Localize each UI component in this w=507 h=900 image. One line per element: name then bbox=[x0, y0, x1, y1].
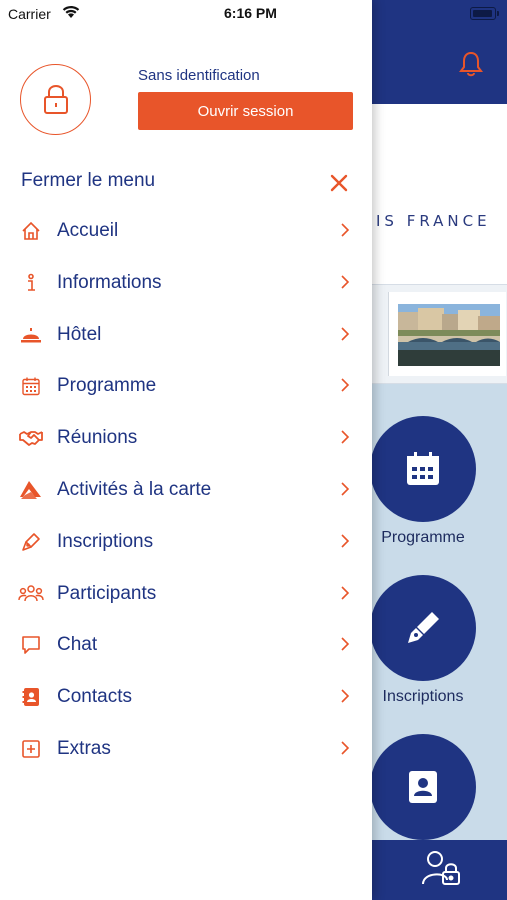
contact-book-icon bbox=[22, 688, 39, 707]
chevron-right-icon bbox=[341, 378, 350, 392]
menu-item-label: Participants bbox=[57, 582, 157, 604]
menu-item-contacts[interactable]: Contacts bbox=[0, 672, 372, 724]
menu-item-label: Accueil bbox=[57, 220, 119, 241]
clock: 6:16 PM bbox=[224, 5, 277, 21]
city-photo bbox=[398, 304, 500, 366]
shortcut-label: Inscriptions bbox=[382, 688, 464, 705]
menu-item-label: Informations bbox=[57, 271, 162, 293]
chevron-right-icon bbox=[341, 689, 350, 703]
chevron-right-icon bbox=[341, 482, 350, 496]
chevron-right-icon bbox=[341, 275, 350, 289]
menu-item-programme[interactable]: Programme bbox=[0, 361, 372, 413]
bell-icon[interactable] bbox=[458, 50, 484, 78]
close-menu-row[interactable]: Fermer le menu bbox=[0, 162, 372, 198]
avatar[interactable] bbox=[20, 64, 91, 135]
menu-item-label: Extras bbox=[57, 737, 111, 759]
carrier-label: Carrier bbox=[8, 6, 51, 22]
chevron-right-icon bbox=[341, 430, 350, 444]
chevron-right-icon bbox=[341, 327, 350, 341]
chat-icon bbox=[22, 636, 40, 655]
handshake-icon bbox=[19, 431, 43, 447]
wifi-icon bbox=[62, 6, 80, 18]
shortcut-programme[interactable] bbox=[370, 416, 476, 522]
chevron-right-icon bbox=[341, 637, 350, 651]
calendar-icon bbox=[22, 377, 40, 396]
menu-item-informations[interactable]: Informations bbox=[0, 258, 372, 310]
banner-text: IS FRANCE bbox=[376, 212, 491, 230]
menu-item-extras[interactable]: Extras bbox=[0, 724, 372, 776]
close-menu-label: Fermer le menu bbox=[21, 170, 156, 191]
menu-item-participants[interactable]: Participants bbox=[0, 569, 372, 621]
menu-item-chat[interactable]: Chat bbox=[0, 620, 372, 672]
menu-item-hotel[interactable]: Hôtel bbox=[0, 310, 372, 362]
status-bar: Carrier 6:16 PM bbox=[0, 0, 372, 30]
activities-icon bbox=[20, 480, 41, 499]
menu-item-inscriptions[interactable]: Inscriptions bbox=[0, 517, 372, 569]
chevron-right-icon bbox=[341, 223, 350, 237]
menu-item-accueil[interactable]: Accueil bbox=[0, 206, 372, 258]
menu-item-label: Programme bbox=[57, 375, 157, 397]
pen-icon bbox=[408, 612, 439, 643]
menu-item-label: Contacts bbox=[57, 686, 132, 708]
shortcut-label: Programme bbox=[381, 529, 465, 546]
hotel-bell-icon bbox=[21, 327, 41, 343]
login-button[interactable]: Ouvrir session bbox=[138, 92, 353, 130]
pen-icon bbox=[22, 532, 40, 551]
calendar-icon bbox=[407, 452, 439, 485]
shortcut-contacts[interactable] bbox=[370, 734, 476, 840]
menu-item-label: Chat bbox=[57, 634, 98, 656]
user-lock-icon[interactable] bbox=[421, 850, 465, 886]
lock-icon bbox=[44, 85, 68, 114]
chevron-right-icon bbox=[341, 534, 350, 548]
drawer-menu: Accueil Informations Hôtel Programme Réu… bbox=[0, 206, 372, 776]
chevron-right-icon bbox=[341, 586, 350, 600]
menu-item-reunions[interactable]: Réunions bbox=[0, 413, 372, 465]
user-status: Sans identification bbox=[138, 67, 260, 84]
side-drawer: Sans identification Ouvrir session Ferme… bbox=[0, 0, 372, 900]
info-icon bbox=[28, 273, 35, 291]
menu-item-label: Inscriptions bbox=[57, 530, 154, 552]
menu-item-activites[interactable]: Activités à la carte bbox=[0, 465, 372, 517]
close-icon[interactable] bbox=[330, 174, 348, 192]
menu-item-label: Hôtel bbox=[57, 323, 102, 345]
group-icon bbox=[18, 584, 44, 601]
menu-item-label: Activités à la carte bbox=[57, 478, 212, 500]
home-icon bbox=[22, 221, 40, 240]
contact-book-icon bbox=[409, 771, 437, 803]
menu-item-label: Réunions bbox=[57, 427, 138, 449]
plus-box-icon bbox=[22, 740, 40, 758]
battery-icon bbox=[470, 7, 499, 20]
shortcut-inscriptions[interactable] bbox=[370, 575, 476, 681]
chevron-right-icon bbox=[341, 741, 350, 755]
